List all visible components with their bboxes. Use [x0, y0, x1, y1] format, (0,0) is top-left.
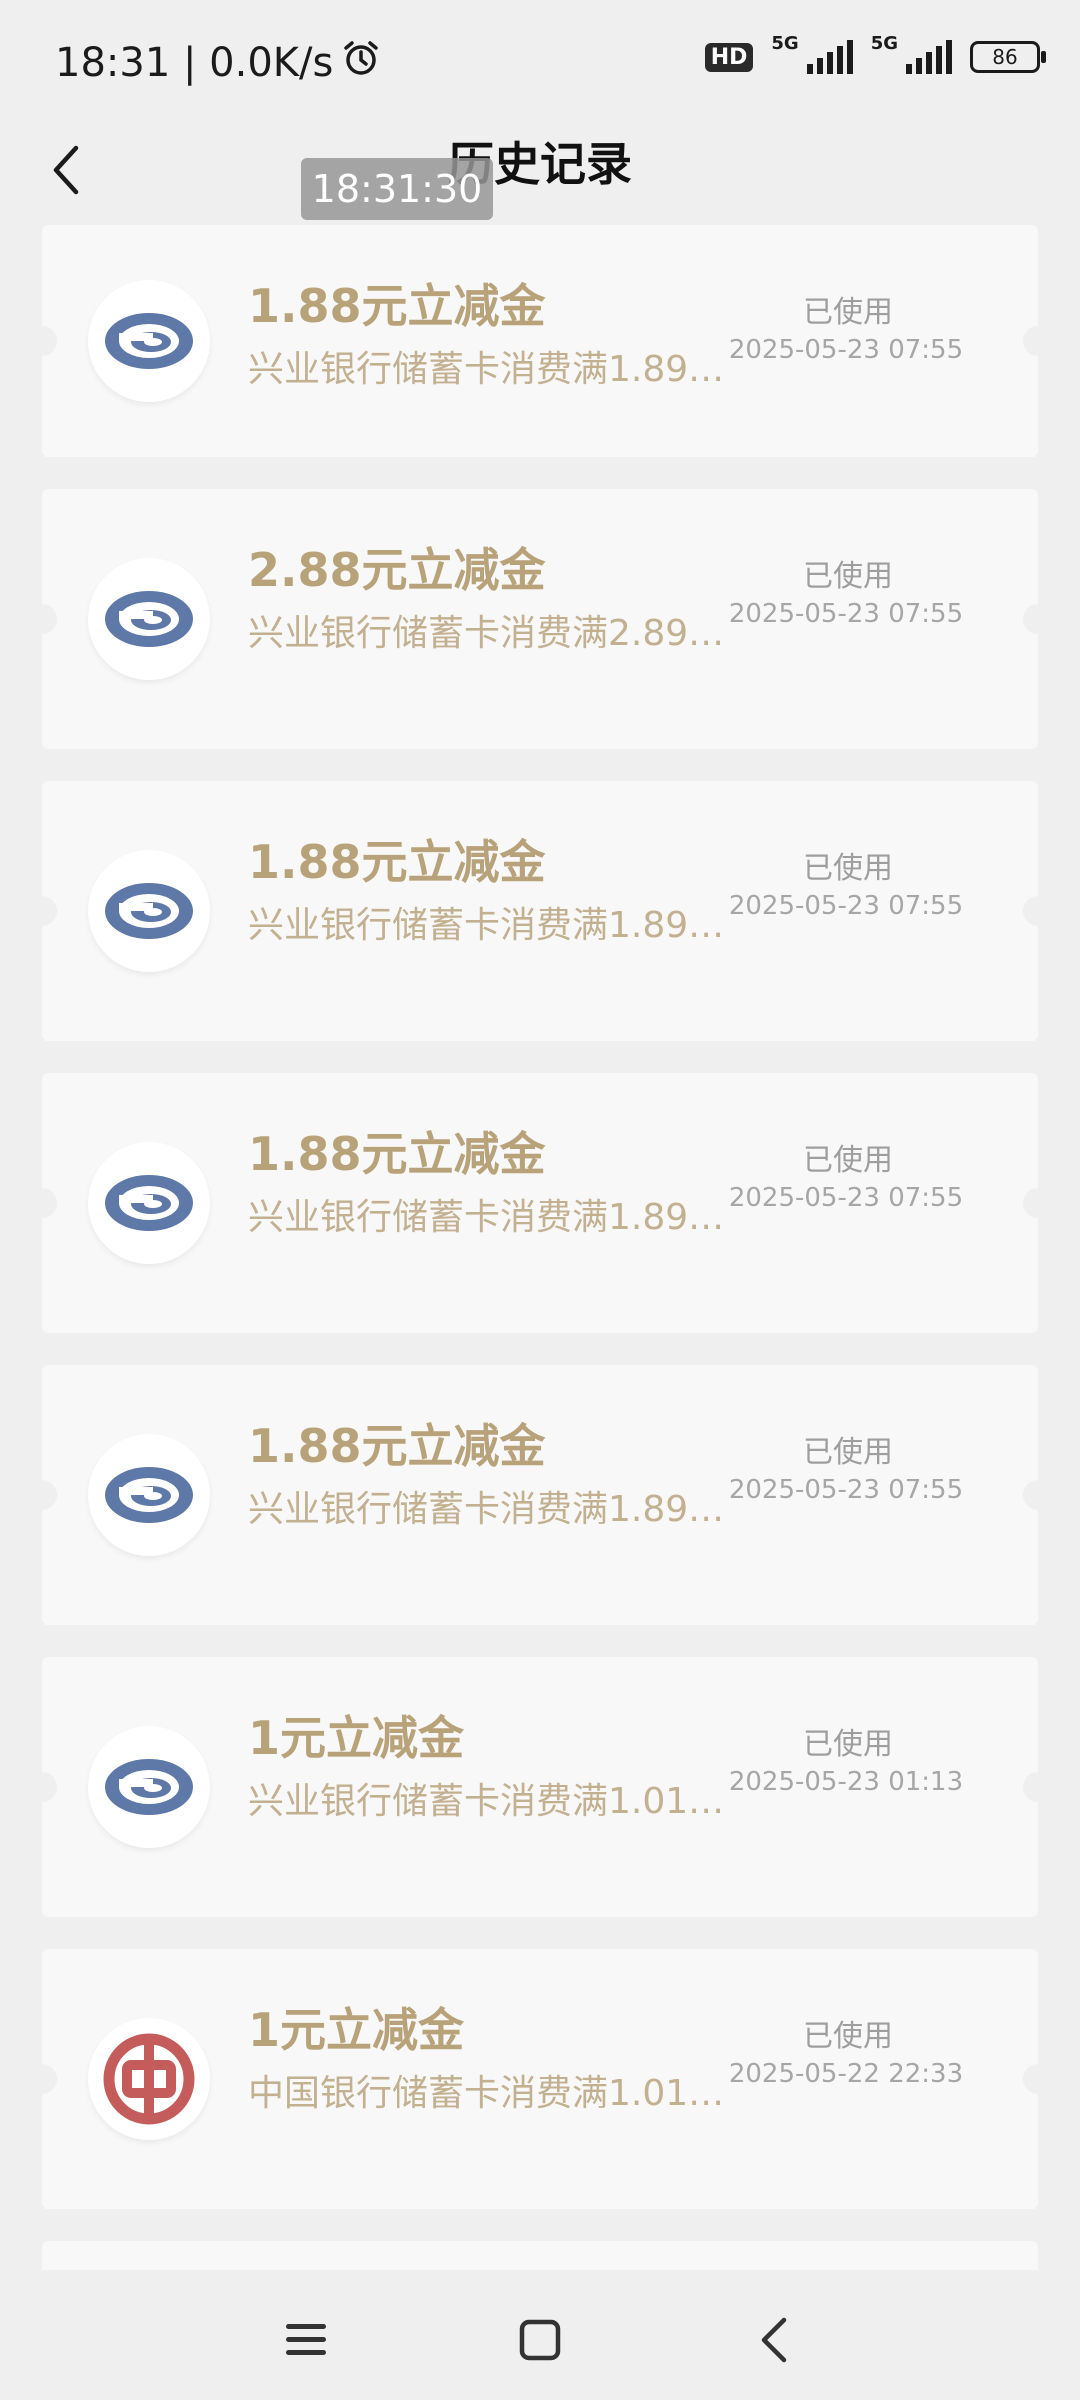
coupon-item[interactable]: 1.88元立减金 兴业银行储蓄卡消费满1.89元可用 已使用 2025-05-2…: [42, 1073, 1038, 1333]
battery-level: 86: [992, 45, 1018, 69]
ticket-notch-left: [42, 896, 57, 926]
ticket-notch-left: [42, 1480, 57, 1510]
page-title: 历史记录: [448, 137, 632, 191]
coupon-status: 已使用: [803, 851, 893, 886]
coupon-desc: 兴业银行储蓄卡消费满2.89元可用: [248, 613, 748, 654]
signal-icon-2: [906, 40, 952, 74]
home-button[interactable]: [500, 2300, 580, 2380]
status-time-speed: 18:31 | 0.0K/s: [55, 40, 334, 86]
menu-button[interactable]: [266, 2300, 346, 2380]
coupon-time: 2025-05-23 07:55: [728, 599, 964, 629]
coupon-status: 已使用: [803, 1727, 893, 1762]
coupon-item[interactable]: 1元立减金 兴业银行储蓄卡消费满1.01元可用 已使用 2025-05-23 0…: [42, 1657, 1038, 1917]
home-icon: [519, 2319, 561, 2361]
coupon-title: 2.88元立减金: [248, 543, 546, 597]
coupon-time: 2025-05-23 07:55: [728, 1475, 964, 1505]
cib-bank-icon: [88, 850, 210, 972]
ticket-notch-left: [42, 2064, 57, 2094]
navigation-bar: [0, 2270, 1080, 2400]
coupon-desc: 兴业银行储蓄卡消费满1.89元可用: [248, 1489, 748, 1530]
coupon-status: 已使用: [803, 295, 893, 330]
ticket-notch-left: [42, 604, 57, 634]
coupon-time: 2025-05-23 07:55: [728, 1183, 964, 1213]
coupon-title: 1元立减金: [248, 1711, 465, 1765]
coupon-time: 2025-05-23 01:13: [728, 1767, 964, 1797]
cib-bank-icon: [88, 1726, 210, 1848]
boc-bank-icon: [88, 2018, 210, 2140]
coupon-desc: 兴业银行储蓄卡消费满1.01元可用: [248, 1781, 748, 1822]
cib-bank-icon: [88, 1142, 210, 1264]
ticket-notch-right: [1023, 896, 1038, 926]
coupon-time: 2025-05-22 22:33: [728, 2059, 964, 2089]
coupon-item[interactable]: 1.88元立减金 兴业银行储蓄卡消费满1.89元可用 已使用 2025-05-2…: [42, 1365, 1038, 1625]
ticket-notch-right: [1023, 1480, 1038, 1510]
coupon-time: 2025-05-23 07:55: [728, 335, 964, 365]
alarm-icon: [341, 38, 381, 88]
ticket-notch-right: [1023, 604, 1038, 634]
status-bar: 18:31 | 0.0K/s HD 5G 5G 86: [0, 0, 1080, 120]
coupon-status: 已使用: [803, 2019, 893, 2054]
coupon-time: 2025-05-23 07:55: [728, 891, 964, 921]
nav-back-button[interactable]: [734, 2300, 814, 2380]
menu-icon: [286, 2324, 326, 2355]
coupon-desc: 兴业银行储蓄卡消费满1.89元可用: [248, 1197, 748, 1238]
network-5g-label-1: 5G: [771, 32, 799, 54]
coupon-desc: 兴业银行储蓄卡消费满1.89元可用: [248, 905, 748, 946]
coupon-title: 1.88元立减金: [248, 1419, 546, 1473]
network-5g-label-2: 5G: [870, 32, 898, 54]
time-overlay-chip: 18:31:30: [301, 158, 493, 220]
ticket-notch-left: [42, 1188, 57, 1218]
coupon-title: 1元立减金: [248, 2003, 465, 2057]
cib-bank-icon: [88, 558, 210, 680]
coupon-status: 已使用: [803, 559, 893, 594]
ticket-notch-left: [42, 326, 57, 356]
coupon-status: 已使用: [803, 1143, 893, 1178]
coupon-item[interactable]: 1元立减金 中国银行储蓄卡消费满1.01元可用 已使用 2025-05-22 2…: [42, 1949, 1038, 2209]
status-right: HD 5G 5G 86: [704, 33, 1046, 74]
coupon-title: 1.88元立减金: [248, 279, 546, 333]
coupon-item-partial[interactable]: [42, 2241, 1038, 2270]
hd-badge: HD: [704, 42, 754, 72]
coupon-status: 已使用: [803, 1435, 893, 1470]
coupon-list[interactable]: 1.88元立减金 兴业银行储蓄卡消费满1.89元可用 已使用 2025-05-2…: [42, 225, 1038, 2270]
coupon-item[interactable]: 2.88元立减金 兴业银行储蓄卡消费满2.89元可用 已使用 2025-05-2…: [42, 489, 1038, 749]
coupon-desc: 兴业银行储蓄卡消费满1.89元可用: [248, 349, 748, 390]
ticket-notch-right: [1023, 326, 1038, 356]
back-icon: [761, 2317, 787, 2363]
coupon-title: 1.88元立减金: [248, 835, 546, 889]
signal-icon-1: [806, 40, 853, 74]
page: 18:31 | 0.0K/s HD 5G 5G 86 历史记录 1.88元立减金…: [0, 0, 1080, 2400]
header: 历史记录: [0, 120, 1080, 225]
battery-icon: 86: [970, 41, 1046, 73]
coupon-item[interactable]: 1.88元立减金 兴业银行储蓄卡消费满1.89元可用 已使用 2025-05-2…: [42, 225, 1038, 457]
cib-bank-icon: [88, 280, 210, 402]
ticket-notch-left: [42, 1772, 57, 1802]
ticket-notch-right: [1023, 2064, 1038, 2094]
ticket-notch-right: [1023, 1188, 1038, 1218]
coupon-title: 1.88元立减金: [248, 1127, 546, 1181]
coupon-item[interactable]: 1.88元立减金 兴业银行储蓄卡消费满1.89元可用 已使用 2025-05-2…: [42, 781, 1038, 1041]
status-left: 18:31 | 0.0K/s: [55, 38, 381, 88]
ticket-notch-right: [1023, 1772, 1038, 1802]
cib-bank-icon: [88, 1434, 210, 1556]
coupon-desc: 中国银行储蓄卡消费满1.01元可用: [248, 2073, 748, 2114]
